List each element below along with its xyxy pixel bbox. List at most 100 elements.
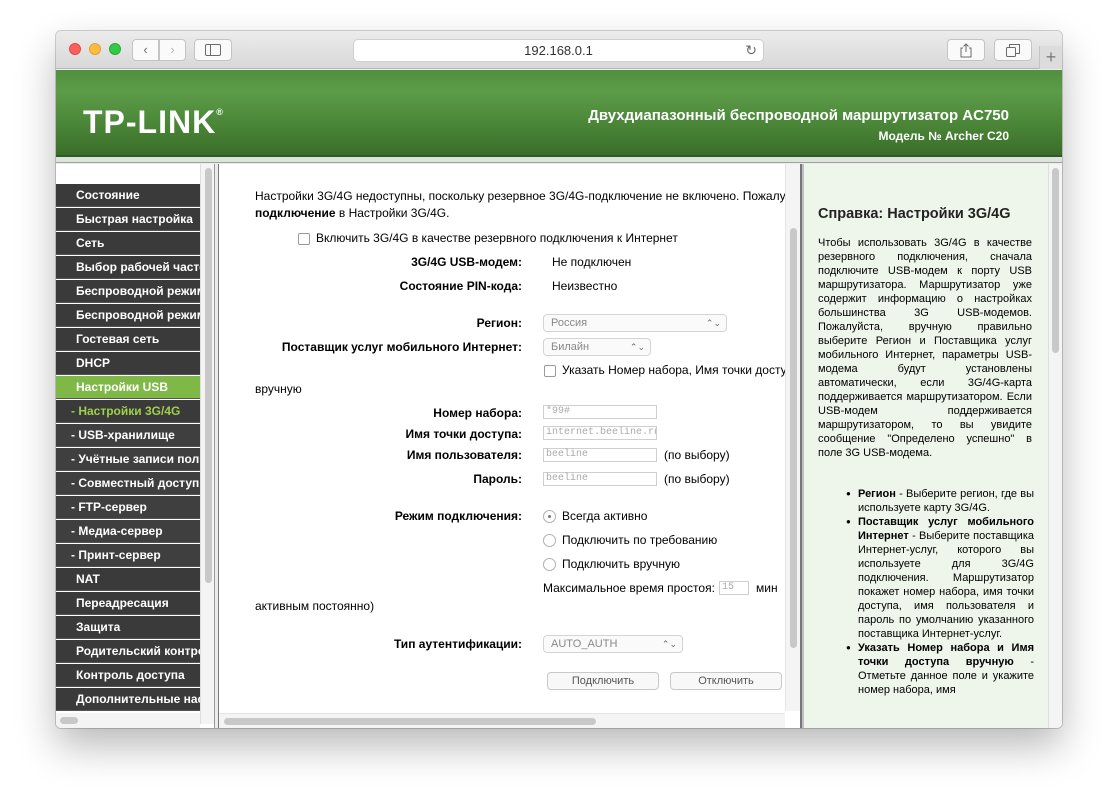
menu-item[interactable]: Дополнительные настройки маршрутизации (56, 688, 200, 711)
disconnect-button[interactable]: Отключить (670, 672, 782, 690)
url-text: 192.168.0.1 (524, 43, 593, 58)
address-bar[interactable]: 192.168.0.1 ↻ (353, 39, 764, 62)
mode-manual-radio[interactable] (543, 558, 556, 571)
menu-item[interactable]: - FTP-сервер (56, 496, 200, 519)
pin-status-label: Состояние PIN-кода: (399, 279, 522, 293)
apn-input[interactable]: internet.beeline.ru (543, 426, 657, 440)
menu-item[interactable]: Беспроводной режим 5 ГГц (56, 304, 200, 327)
notice-tail: в Настройки 3G/4G. (335, 206, 450, 220)
menu-item[interactable]: Беспроводной режим 2,4 ГГц (56, 280, 200, 303)
enable-backup-checkbox[interactable] (298, 233, 310, 245)
sidebar-icon (205, 44, 221, 56)
manual-dial-label-wrap: вручную (255, 382, 302, 396)
help-term-text: - Выберите поставщика Интернет-услуг, ко… (858, 530, 1034, 640)
menu-item[interactable]: - USB-хранилище (56, 424, 200, 447)
menu-item[interactable]: - Учётные записи пользователей (56, 448, 200, 471)
notice-bold: подключение (255, 206, 336, 220)
help-title: Справка: Настройки 3G/4G (818, 206, 1011, 222)
router-header: TP-LINK® Двухдиапазонный беспроводной ма… (56, 70, 1062, 157)
idle-time-input[interactable]: 15 (719, 581, 749, 595)
help-term: Регион (858, 488, 896, 500)
idle-time-label: Максимальное время простоя: (543, 581, 715, 595)
menu-item[interactable]: Выбор рабочей частоты (56, 256, 200, 279)
isp-select[interactable]: Билайн ⌃⌄ (543, 338, 651, 356)
show-tabs-button[interactable] (994, 39, 1032, 61)
connection-mode-label: Режим подключения: (394, 509, 522, 523)
menu-horizontal-scrollbar[interactable] (56, 713, 200, 728)
menu-scrollbar[interactable] (200, 164, 214, 724)
mode-manual-label: Подключить вручную (562, 557, 680, 571)
select-arrows-icon: ⌃⌄ (661, 639, 677, 649)
menu-item[interactable]: Сеть (56, 232, 200, 255)
chevron-right-icon: › (170, 42, 175, 57)
browser-window: ‹ › 192.168.0.1 ↻ + TP-LINK® Двухдиапазо… (56, 31, 1062, 728)
settings-scrollbar[interactable] (785, 164, 800, 711)
menu-item[interactable]: NAT (56, 568, 200, 591)
title-bar: ‹ › 192.168.0.1 ↻ + (56, 31, 1062, 69)
idle-time-wrap: активным постоянно) (255, 599, 375, 613)
product-model: Модель № Archer C20 (878, 129, 1009, 143)
password-optional: (по выбору) (664, 472, 730, 486)
close-window-button[interactable] (69, 43, 81, 55)
manual-dial-label: Указать Номер набора, Имя точки доступа (562, 363, 800, 377)
auth-type-select[interactable]: AUTO_AUTH ⌃⌄ (543, 635, 683, 653)
share-button[interactable] (947, 39, 985, 61)
isp-label: Поставщик услуг мобильного Интернет: (281, 340, 522, 354)
usb-modem-label: 3G/4G USB-модем: (411, 255, 522, 269)
menu-item[interactable]: Контроль доступа (56, 664, 200, 687)
auth-type-label: Тип аутентификации: (393, 637, 522, 651)
username-input[interactable]: beeline (543, 448, 657, 462)
back-button[interactable]: ‹ (132, 39, 159, 61)
password-input[interactable]: beeline (543, 472, 657, 486)
password-label: Пароль: (473, 472, 522, 486)
menu-item[interactable]: - Медиа-сервер (56, 520, 200, 543)
dial-number-input[interactable]: *99# (543, 405, 657, 419)
menu-item[interactable]: - Совместный доступ (56, 472, 200, 495)
mode-demand-radio[interactable] (543, 534, 556, 547)
mode-always-label: Всегда активно (562, 509, 648, 523)
notice-text-2: подключение в Настройки 3G/4G. (255, 206, 449, 220)
dial-number-label: Номер набора: (433, 406, 522, 420)
username-label: Имя пользователя: (406, 448, 522, 462)
help-scrollbar[interactable] (1048, 164, 1062, 728)
menu-item[interactable]: Переадресация (56, 592, 200, 615)
menu-item[interactable]: Защита (56, 616, 200, 639)
sidebar-toggle-button[interactable] (194, 39, 232, 61)
help-list-item: Поставщик услуг мобильного Интернет - Вы… (834, 515, 1034, 641)
manual-dial-checkbox[interactable] (544, 365, 556, 377)
menu-item[interactable]: Настройки USB (56, 376, 200, 399)
menu-item[interactable]: Состояние (56, 184, 200, 207)
share-icon (960, 43, 972, 58)
idle-time-unit: мин (756, 581, 778, 595)
menu-item[interactable]: Родительский контроль (56, 640, 200, 663)
forward-button[interactable]: › (159, 39, 186, 61)
menu-item[interactable]: DHCP (56, 352, 200, 375)
zoom-window-button[interactable] (109, 43, 121, 55)
menu-item[interactable]: - Настройки 3G/4G (56, 400, 200, 423)
help-list-item: Регион - Выберите регион, где вы использ… (834, 487, 1034, 515)
help-list-item: Указать Номер набора и Имя точки доступа… (834, 641, 1034, 697)
minimize-window-button[interactable] (89, 43, 101, 55)
product-title: Двухдиапазонный беспроводной маршрутизат… (588, 107, 1009, 124)
help-intro: Чтобы использовать 3G/4G в качестве резе… (818, 237, 1032, 459)
mode-always-radio[interactable] (543, 510, 556, 523)
settings-horizontal-scrollbar[interactable] (219, 713, 785, 728)
chevron-left-icon: ‹ (143, 42, 148, 57)
help-list: Регион - Выберите регион, где вы использ… (834, 487, 1034, 697)
header-divider (56, 157, 1062, 163)
side-menu: Состояние Быстрая настройка Сеть Выбор рабо… (56, 164, 215, 728)
select-arrows-icon: ⌃⌄ (629, 342, 645, 352)
menu-item[interactable]: Гостевая сеть (56, 328, 200, 351)
menu-item[interactable]: - Принт-сервер (56, 544, 200, 567)
mode-demand-label: Подключить по требованию (562, 533, 718, 547)
menu-item[interactable]: Быстрая настройка (56, 208, 200, 231)
select-arrows-icon: ⌃⌄ (705, 318, 721, 328)
connect-button[interactable]: Подключить (547, 672, 659, 690)
region-label: Регион: (476, 316, 522, 330)
reload-icon[interactable]: ↻ (745, 40, 757, 61)
usb-modem-value: Не подключен (552, 255, 632, 269)
new-tab-button[interactable]: + (1039, 46, 1062, 69)
help-panel: Справка: Настройки 3G/4G Чтобы использов… (804, 164, 1062, 728)
region-select[interactable]: Россия ⌃⌄ (543, 314, 727, 332)
notice-text: Настройки 3G/4G недоступны, поскольку ре… (255, 189, 800, 203)
